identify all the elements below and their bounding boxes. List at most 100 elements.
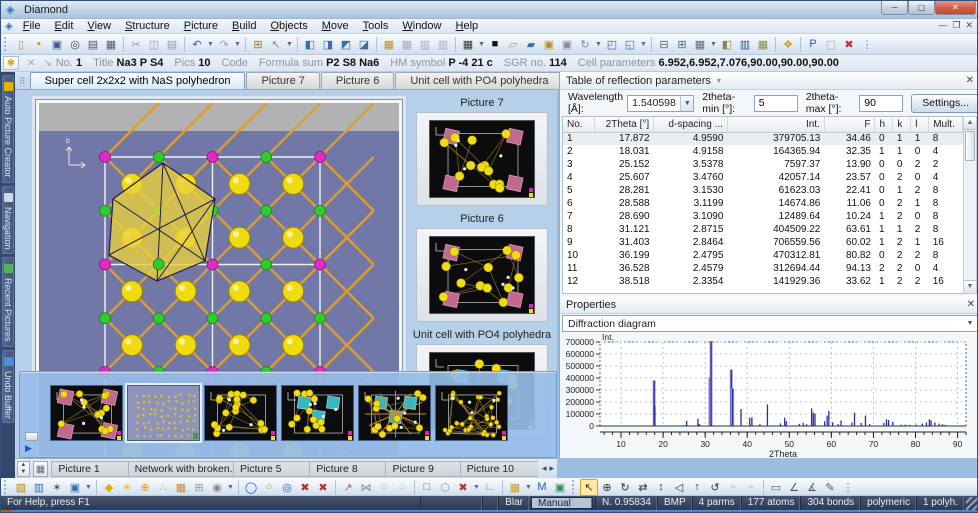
reflection-row[interactable]: 425.6073.476042057.1423.570204 [563,171,963,184]
dropdown-arrow-icon[interactable]: ▼ [206,36,215,53]
reflection-row[interactable]: 728.6903.109012489.6410.241208 [563,210,963,223]
film-thumb-supercell[interactable] [127,385,200,441]
polyhedron-open-icon[interactable]: ○ [260,479,278,496]
minimize-button[interactable]: ─ [881,1,908,15]
clear-icon[interactable]: ✕ [27,58,35,69]
undo-icon[interactable]: ↶ [188,36,206,53]
table-next-icon[interactable]: ▥ [434,36,452,53]
resize-grip[interactable] [966,497,978,510]
bond-grey-icon[interactable]: ○ [393,479,411,496]
film-thumb-network[interactable] [204,385,277,441]
refresh-icon[interactable]: ↻ [576,36,594,53]
new-icon[interactable]: ▯ [12,36,30,53]
diagram-icon[interactable]: ◧ [718,36,736,53]
histogram-icon[interactable]: ▥ [736,36,754,53]
pan-icon[interactable]: ⊞ [249,36,267,53]
sidebar-tab-auto-picture-creator[interactable]: Auto Picture Creator [2,75,14,183]
polyhedron-blue-icon[interactable]: ◯ [242,479,260,496]
dropdown-arrow-icon[interactable]: ▼ [524,479,533,496]
menu-edit[interactable]: Edit [47,19,80,33]
reflection-row[interactable]: 325.1523.53787597.3713.900022 [563,158,963,171]
menu-picture[interactable]: Picture [177,19,225,33]
dropdown-arrow-icon[interactable]: ▼ [226,479,235,496]
column-header[interactable]: k [893,117,911,132]
reflection-row[interactable]: 931.4032.8464706559.5660.0212116 [563,236,963,249]
document-tab[interactable]: Picture 6 [321,72,394,89]
column-header[interactable]: l [911,117,929,132]
reflection-panel-close-icon[interactable]: ✕ [966,75,974,86]
gallery-icon[interactable]: ▣ [558,36,576,53]
picture-tab[interactable]: Picture 10 [460,461,538,477]
picture-new-icon[interactable]: ▧ [12,479,30,496]
export-icon[interactable]: ◰ [603,36,621,53]
export2-icon[interactable]: ◱ [621,36,639,53]
dropdown-arrow-icon[interactable]: ▼ [285,36,294,53]
save-icon[interactable]: ▣ [48,36,66,53]
mdi-minimize-icon[interactable]: — [938,20,947,31]
reflection-row[interactable]: 628.5883.119914674.8611.060218 [563,197,963,210]
create-structure-icon[interactable]: ◆ [100,479,118,496]
reflection-table[interactable]: No.2Theta [°]d-spacing ...Int.FhklMult. … [562,116,964,294]
bond-angle-icon[interactable]: ∟ [481,479,499,496]
remove-atoms-icon[interactable]: ✖ [296,479,314,496]
tab-grip-icon[interactable]: ⠿ [15,76,30,89]
marker-icon[interactable]: ✎ [821,479,839,496]
menu-tools[interactable]: Tools [356,19,396,33]
wizard-icon[interactable]: ❖ [779,36,797,53]
picture-gallery-icon[interactable]: ▣ [66,479,84,496]
maximize-button[interactable]: ▢ [908,1,935,15]
tab-scroll-spinner[interactable]: ▲▼ [17,461,30,477]
reflection-row[interactable]: 117.8724.9590379705.1334.460118 [563,132,963,145]
open-icon[interactable]: ▪ [30,36,48,53]
menu-build[interactable]: Build [225,19,263,33]
copy-picture-icon[interactable]: ▰ [522,36,540,53]
tab-list-icon[interactable]: ▦ [33,461,49,477]
perspective-icon[interactable]: ◁ [670,479,688,496]
menu-file[interactable]: File [16,19,48,33]
structure-star-icon[interactable]: ✱ [3,56,19,70]
picture-tab[interactable]: Picture 9 [385,461,459,477]
tab-nav-arrows[interactable]: ◂▸ [542,463,557,474]
layout-vertical-icon[interactable]: ⊞ [673,36,691,53]
picture-window-4-icon[interactable]: ◪ [355,36,373,53]
recent-picture-card[interactable] [416,228,548,322]
reflection-row[interactable]: 218.0314.9158164365.9432.351104 [563,145,963,158]
film-thumb-po4[interactable] [281,385,354,441]
sphere-style-icon[interactable]: ◉ [208,479,226,496]
chevron-down-icon[interactable]: ▼ [963,320,977,327]
menu-objects[interactable]: Objects [263,19,314,33]
torsion-icon[interactable]: ∡ [803,479,821,496]
povray-icon[interactable]: ✖ [840,36,858,53]
toolbar-overflow-icon[interactable]: ⋮ [858,36,876,53]
translate-mode-icon[interactable]: ⇄ [634,479,652,496]
new-picture-icon[interactable]: ▱ [504,36,522,53]
wavelength-combobox[interactable]: 1.540598 ▼ [627,95,694,112]
remove-all-icon[interactable]: ✖ [314,479,332,496]
column-header[interactable]: F [824,117,875,132]
display-icon[interactable]: ■ [486,36,504,53]
menu-window[interactable]: Window [395,19,448,33]
datasheet-icon[interactable]: ▦ [754,36,772,53]
table-open-icon[interactable]: ▦ [398,36,416,53]
polyhedron-atoms-icon[interactable]: ◎ [278,479,296,496]
picture-tab[interactable]: Picture 5 [233,461,309,477]
camera-icon[interactable]: ▢ [822,36,840,53]
packing-icon[interactable]: ▦ [172,479,190,496]
filter-icon[interactable]: ✖ [454,479,472,496]
title-bar[interactable]: ◈ Diamond ─ ▢ ✕ [1,1,978,19]
scrollbar-thumb[interactable] [965,131,975,161]
column-header[interactable]: h [875,117,893,132]
theta-max-input[interactable] [859,95,903,112]
pointer-icon[interactable]: ↖ [267,36,285,53]
reflection-row[interactable]: 528.2813.153061623.0322.410128 [563,184,963,197]
print-icon[interactable]: ▦ [102,36,120,53]
reflection-row[interactable]: 1136.5282.4579312694.4494.132204 [563,262,963,275]
grid-icon[interactable]: ▦ [459,36,477,53]
letter-p-icon[interactable]: P [804,36,822,53]
menu-help[interactable]: Help [449,19,486,33]
layout-horizontal-icon[interactable]: ⊟ [655,36,673,53]
document-tab[interactable]: Super cell 2x2x2 with NaS polyhedron [30,72,246,89]
table-scrollbar[interactable]: ▲ ▼ [963,116,977,294]
column-header[interactable]: 2Theta [°] [595,117,654,132]
mdi-restore-icon[interactable]: ❐ [952,20,960,31]
